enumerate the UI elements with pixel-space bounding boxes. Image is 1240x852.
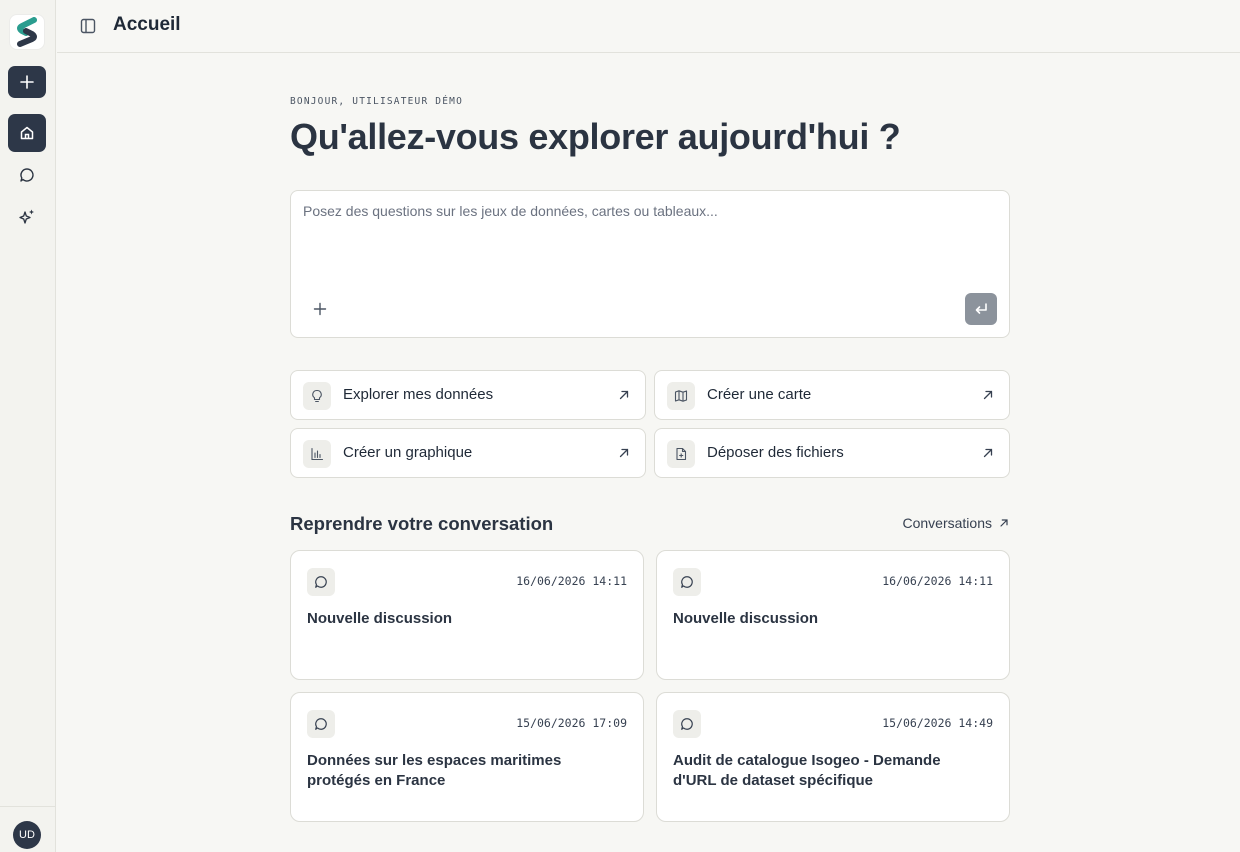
section-title: Reprendre votre conversation: [290, 513, 554, 534]
chat-composer: [290, 190, 1010, 338]
page-title: Accueil: [113, 14, 181, 35]
sidebar-item-home[interactable]: [8, 114, 46, 152]
sidebar-panel-icon: [80, 18, 96, 34]
chat-bubble-icon: [307, 710, 335, 738]
chat-bubble-icon: [20, 168, 34, 182]
conversation-date: 16/06/2026 14:11: [882, 574, 993, 588]
conversation-title: Nouvelle discussion: [673, 610, 819, 627]
arrow-up-right-icon: [619, 390, 629, 400]
action-create-chart[interactable]: Créer un graphique: [290, 428, 646, 478]
app-logo[interactable]: [9, 14, 45, 50]
conversation-title: Nouvelle discussion: [307, 610, 453, 627]
attach-button[interactable]: [310, 299, 330, 319]
conversation-card[interactable]: 15/06/2026 14:49 Audit de catalogue Isog…: [656, 692, 1010, 822]
conversation-title: Audit de catalogue Isogeo - Demande d'UR…: [673, 752, 941, 789]
conversation-card[interactable]: 16/06/2026 14:11 Nouvelle discussion: [290, 550, 644, 680]
toggle-sidebar-button[interactable]: [79, 17, 97, 35]
plus-icon: [313, 302, 327, 316]
top-bar: Accueil: [57, 0, 1240, 53]
action-explore-data[interactable]: Explorer mes données: [290, 370, 646, 420]
lightbulb-icon: [303, 382, 331, 410]
conversation-card[interactable]: 15/06/2026 17:09 Données sur les espaces…: [290, 692, 644, 822]
prompt-input[interactable]: [303, 203, 993, 273]
conversation-date: 16/06/2026 14:11: [516, 574, 627, 588]
chat-bubble-icon: [673, 710, 701, 738]
conversation-card[interactable]: 16/06/2026 14:11 Nouvelle discussion: [656, 550, 1010, 680]
action-create-map[interactable]: Créer une carte: [654, 370, 1010, 420]
arrow-up-right-icon: [1000, 519, 1008, 527]
action-label: Déposer des fichiers: [707, 444, 844, 461]
headline: Qu'allez-vous explorer aujourd'hui ?: [290, 116, 901, 157]
user-avatar[interactable]: UD: [13, 821, 41, 849]
enter-icon: [975, 303, 987, 314]
action-label: Explorer mes données: [343, 386, 494, 403]
conversation-title: Données sur les espaces maritimes protég…: [307, 752, 562, 789]
new-chat-button[interactable]: [8, 66, 46, 98]
chat-bubble-icon: [307, 568, 335, 596]
conversation-date: 15/06/2026 17:09: [516, 716, 627, 730]
action-upload-files[interactable]: Déposer des fichiers: [654, 428, 1010, 478]
home-icon: [20, 126, 34, 140]
conversation-date: 15/06/2026 14:49: [882, 716, 993, 730]
chat-bubble-icon: [673, 568, 701, 596]
arrow-up-right-icon: [983, 448, 993, 458]
send-button[interactable]: [965, 293, 997, 325]
plus-icon: [20, 75, 34, 89]
sidebar: UD: [0, 0, 56, 852]
sidebar-item-conversations[interactable]: [8, 159, 46, 191]
file-upload-icon: [667, 440, 695, 468]
conversations-link-label: Conversations: [902, 515, 993, 531]
conversations-link[interactable]: Conversations: [903, 515, 1011, 531]
arrow-up-right-icon: [983, 390, 993, 400]
greeting: BONJOUR, UTILISATEUR DÉMO: [290, 96, 463, 107]
logo-s-icon: [17, 17, 37, 47]
sidebar-footer: UD: [0, 806, 56, 852]
bar-chart-icon: [303, 440, 331, 468]
action-label: Créer une carte: [707, 386, 812, 403]
arrow-up-right-icon: [619, 448, 629, 458]
map-icon: [667, 382, 695, 410]
sidebar-item-ai[interactable]: [8, 201, 46, 233]
sparkles-icon: [19, 209, 34, 224]
action-label: Créer un graphique: [343, 444, 473, 461]
